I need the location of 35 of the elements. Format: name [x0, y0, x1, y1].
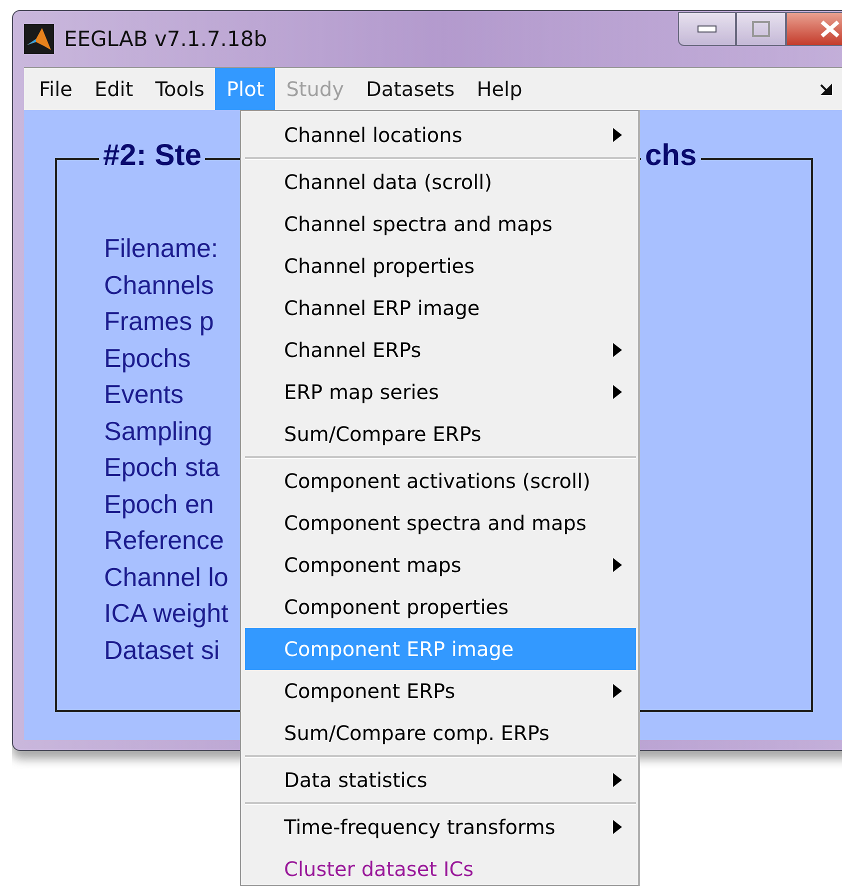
menu-item[interactable]: Component spectra and maps [245, 502, 636, 544]
menu-item[interactable]: Component properties [245, 586, 636, 628]
field-label: Reference [104, 524, 224, 557]
menu-item[interactable]: ERP map series [245, 371, 636, 413]
menu-item[interactable]: Channel data (scroll) [245, 161, 636, 203]
field-label: ICA weight [104, 597, 228, 630]
menu-item[interactable]: Edit [83, 68, 144, 110]
menu-item[interactable]: Data statistics [245, 759, 636, 801]
menu-item[interactable]: Component activations (scroll) [245, 460, 636, 502]
field-label: Frames p [104, 305, 214, 338]
menu-item[interactable]: Channel ERP image [245, 287, 636, 329]
field-label: Filename: [104, 232, 218, 265]
menu-item[interactable]: Tools [144, 68, 216, 110]
menu-item[interactable]: Component ERPs [245, 670, 636, 712]
menu-item[interactable]: File [28, 68, 84, 110]
field-label: Channel lo [104, 560, 228, 594]
field-label: Dataset si [104, 634, 220, 666]
field-label: Events [104, 378, 184, 411]
menu-item[interactable]: Sum/Compare ERPs [245, 413, 636, 455]
menu-item[interactable]: Channel ERPs [245, 329, 636, 371]
menu-item[interactable]: Component maps [245, 544, 636, 586]
menu-item[interactable]: Channel locations [245, 114, 636, 156]
field-label: Epoch en [104, 488, 214, 520]
menu-item[interactable]: Cluster dataset ICs [245, 848, 636, 886]
menu-item[interactable]: Datasets [354, 68, 466, 110]
menu-item[interactable]: Help [466, 68, 534, 110]
menu-item[interactable]: Time-frequency transforms [245, 806, 636, 848]
window-title: EEGLAB v7.1.7.18b [64, 27, 268, 51]
field-label: Channels [104, 268, 214, 302]
field-label: Epochs [104, 342, 191, 374]
field-label: Epoch sta [104, 451, 220, 484]
menu-item[interactable]: Channel spectra and maps [245, 203, 636, 245]
menu-item[interactable]: Sum/Compare comp. ERPs [245, 712, 636, 754]
field-label: Sampling [104, 414, 212, 448]
menu-item[interactable]: Channel properties [245, 245, 636, 287]
